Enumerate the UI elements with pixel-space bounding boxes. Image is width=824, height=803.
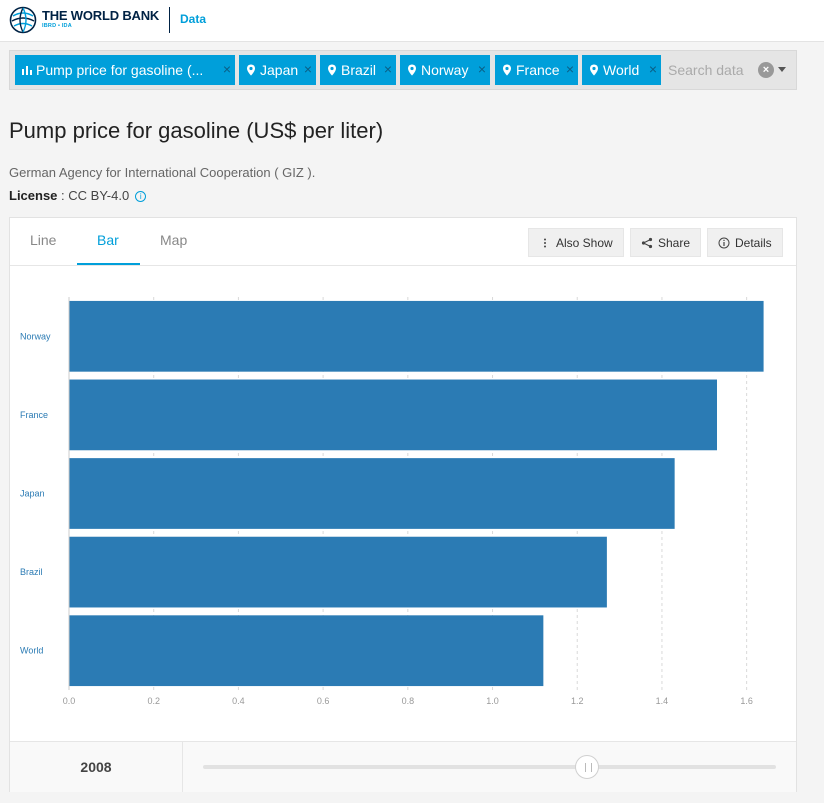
chip-label: World	[603, 62, 640, 78]
chip-region-world[interactable]: World ×	[582, 55, 661, 85]
data-section-link[interactable]: Data	[180, 12, 206, 26]
world-bank-globe-icon[interactable]	[9, 6, 37, 34]
chip-label: Japan	[260, 62, 299, 78]
header-divider	[169, 7, 170, 33]
x-tick-label: 1.0	[486, 696, 499, 706]
chip-label: Pump price for gasoline (...	[36, 62, 204, 78]
bar-brazil	[69, 536, 607, 608]
chip-remove-icon[interactable]: ×	[223, 62, 231, 76]
chip-remove-icon[interactable]: ×	[649, 62, 657, 76]
x-tick-label: 1.4	[656, 696, 669, 706]
bar-norway	[69, 300, 764, 372]
location-pin-icon	[247, 64, 255, 76]
time-slider-row: 2008	[10, 741, 796, 792]
location-pin-icon	[328, 64, 336, 76]
chip-country-japan[interactable]: Japan ×	[239, 55, 316, 85]
y-category-label: Brazil	[20, 567, 43, 577]
chip-country-brazil[interactable]: Brazil ×	[320, 55, 396, 85]
chip-remove-icon[interactable]: ×	[304, 62, 312, 76]
clear-search-icon[interactable]: ×	[758, 62, 774, 78]
y-category-label: World	[20, 646, 43, 656]
x-tick-label: 0.8	[402, 696, 415, 706]
chip-country-norway[interactable]: Norway ×	[400, 55, 490, 85]
bar-japan	[69, 458, 675, 529]
filter-bar: Pump price for gasoline (... × Japan × B…	[9, 50, 797, 90]
bar-chart: 0.0 0.2 0.4 0.6 0.8 1.0 1.2 1.4 1.6 Norway France J…	[20, 297, 764, 706]
y-category-label: Japan	[20, 489, 45, 499]
year-slider-track[interactable]	[203, 765, 776, 769]
search-input[interactable]: Search data	[668, 62, 744, 78]
chip-label: France	[516, 62, 560, 78]
x-tick-label: 1.6	[740, 696, 753, 706]
x-tick-label: 0.6	[317, 696, 330, 706]
chip-country-france[interactable]: France ×	[495, 55, 578, 85]
chip-label: Norway	[421, 62, 469, 78]
location-pin-icon	[408, 64, 416, 76]
info-icon[interactable]: i	[135, 191, 147, 202]
page-title: Pump price for gasoline (US$ per liter)	[9, 118, 384, 143]
x-tick-label: 1.2	[571, 696, 584, 706]
bar-chart-icon	[22, 66, 32, 75]
location-pin-icon	[590, 64, 598, 76]
x-tick-label: 0.4	[232, 696, 245, 706]
x-tick-label: 0.0	[63, 696, 76, 706]
chip-remove-icon[interactable]: ×	[478, 62, 486, 76]
location-pin-icon	[503, 64, 511, 76]
license-label: License	[9, 188, 58, 203]
chip-label: Brazil	[341, 62, 377, 78]
year-slider-handle[interactable]	[574, 755, 599, 779]
selected-year: 2008	[10, 742, 183, 792]
license-value: : CC BY-4.0	[57, 188, 130, 203]
chip-remove-icon[interactable]: ×	[384, 62, 392, 76]
bar-world	[69, 615, 544, 687]
site-header: THE WORLD BANK IBRD • IDA Data	[0, 0, 824, 42]
chip-remove-icon[interactable]: ×	[566, 62, 574, 76]
brand-subtitle: IBRD • IDA	[42, 23, 72, 29]
license-line: License : CC BY-4.0 i	[9, 188, 147, 203]
chevron-down-icon[interactable]	[778, 67, 786, 72]
y-category-label: Norway	[20, 331, 51, 341]
bar-france	[69, 379, 717, 451]
x-tick-label: 0.2	[147, 696, 160, 706]
y-category-label: France	[20, 410, 48, 420]
chart-panel: Line Bar Map Also Show Share Details 0.0…	[9, 217, 797, 792]
data-source: German Agency for International Cooperat…	[9, 165, 316, 180]
chip-indicator[interactable]: Pump price for gasoline (... ×	[15, 55, 235, 85]
brand-name[interactable]: THE WORLD BANK	[42, 8, 159, 23]
